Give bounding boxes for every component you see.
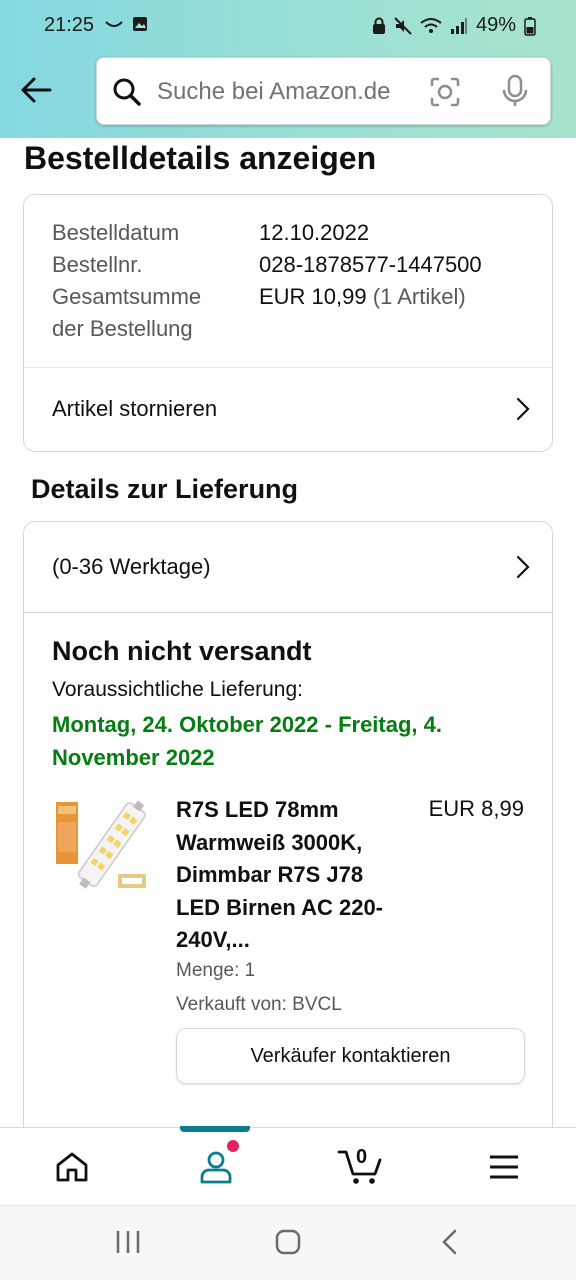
product-quantity: Menge: 1	[176, 960, 256, 981]
delivery-timeframe: (0-36 Werktage)	[52, 554, 211, 579]
battery-icon	[524, 16, 536, 36]
nav-menu[interactable]	[432, 1128, 576, 1206]
product-price: EUR 8,99	[428, 796, 524, 821]
order-item-count: (1 Artikel)	[372, 284, 466, 309]
search-icon	[113, 78, 141, 106]
page-title: Bestelldetails anzeigen	[24, 140, 377, 176]
app-header: 21:25 49%	[0, 0, 576, 138]
mute-icon	[394, 16, 412, 35]
contact-seller-button[interactable]: Verkäufer kontaktieren	[176, 1028, 525, 1084]
led-bulb-product-icon	[56, 800, 146, 889]
signal-icon	[450, 17, 467, 34]
camera-scan-icon[interactable]	[429, 76, 461, 108]
back-arrow-icon	[21, 77, 52, 103]
account-icon	[200, 1151, 232, 1184]
cancel-items-link[interactable]: Artikel stornieren	[24, 367, 552, 451]
back-button[interactable]	[18, 72, 54, 108]
cancel-items-label: Artikel stornieren	[52, 396, 218, 421]
system-back-icon[interactable]	[438, 1228, 462, 1256]
order-number-label: Bestellnr.	[52, 252, 143, 277]
order-number-value: 028-1878577-1447500	[259, 252, 482, 277]
nav-home[interactable]	[0, 1128, 144, 1206]
status-time: 21:25	[44, 14, 95, 36]
system-navigation-bar	[0, 1205, 576, 1280]
home-icon	[56, 1152, 88, 1182]
order-total-value: EUR 10,99 (1 Artikel)	[259, 281, 466, 313]
wave-notification-icon	[105, 21, 123, 27]
chevron-right-icon	[516, 397, 530, 421]
product-seller: Verkauft von: BVCL	[176, 994, 342, 1015]
gallery-notification-icon	[133, 17, 147, 31]
search-bar[interactable]	[96, 57, 551, 125]
expected-delivery-date: Montag, 24. Oktober 2022 - Freitag, 4. N…	[52, 712, 442, 770]
bottom-navigation	[0, 1126, 576, 1206]
product-image[interactable]	[52, 794, 152, 898]
cart-count-badge: 0	[356, 1146, 368, 1168]
order-date-value: 12.10.2022	[259, 220, 370, 245]
shipping-status: Noch nicht versandt	[52, 636, 312, 666]
nav-account[interactable]	[144, 1128, 288, 1206]
search-input[interactable]	[157, 72, 417, 112]
wifi-icon	[420, 17, 442, 33]
delivery-timeframe-row[interactable]: (0-36 Werktage)	[24, 522, 552, 612]
status-bar: 21:25 49%	[0, 0, 576, 52]
order-summary-card: Bestelldatum 12.10.2022 Bestellnr. 028-1…	[23, 194, 553, 452]
order-total-label: Gesamtsumme der Bestellung	[52, 284, 202, 341]
home-button-icon[interactable]	[274, 1228, 302, 1256]
chevron-right-icon	[516, 555, 530, 579]
notification-dot	[227, 1140, 239, 1152]
divider	[24, 612, 552, 613]
expected-delivery-label: Voraussichtliche Lieferung:	[52, 678, 303, 701]
battery-percent: 49%	[475, 14, 516, 36]
order-date-label: Bestelldatum	[52, 220, 180, 245]
recent-apps-icon[interactable]	[114, 1228, 142, 1256]
microphone-icon[interactable]	[501, 74, 529, 108]
order-total-amount: EUR 10,99	[259, 284, 367, 309]
lock-icon	[372, 17, 385, 34]
delivery-section-title: Details zur Lieferung	[31, 474, 299, 504]
product-title-link[interactable]: R7S LED 78mm Warmweiß 3000K, Dimmbar R7S…	[176, 794, 406, 957]
menu-icon	[490, 1155, 518, 1179]
delivery-card: (0-36 Werktage) Noch nicht versandt Vora…	[23, 521, 553, 1141]
